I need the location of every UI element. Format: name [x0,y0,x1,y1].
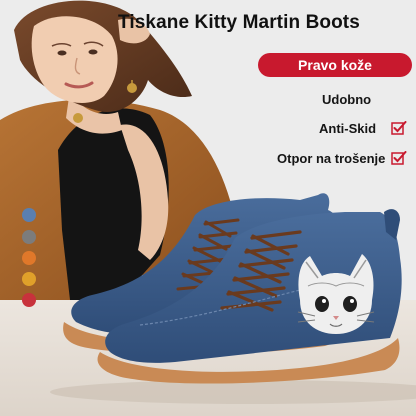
color-swatch-red[interactable] [22,293,36,307]
checkmark-icon [391,121,407,135]
feature-comfortable: Udobno [322,92,372,107]
feature-wear-resistance: Otpor na trošenje [277,151,386,166]
product-title: Tiskane Kitty Martin Boots [118,12,360,33]
checkmark-icon [391,151,407,165]
color-swatch-orange[interactable] [22,251,36,265]
genuine-leather-badge: Pravo kože [258,53,412,77]
feature-anti-skid: Anti-Skid [319,121,377,136]
product-banner: Tiskane Kitty Martin Boots Pravo kože Ud… [0,0,416,416]
color-swatch-blue[interactable] [22,208,36,222]
color-swatch-yellow[interactable] [22,272,36,286]
color-swatch-gray[interactable] [22,230,36,244]
